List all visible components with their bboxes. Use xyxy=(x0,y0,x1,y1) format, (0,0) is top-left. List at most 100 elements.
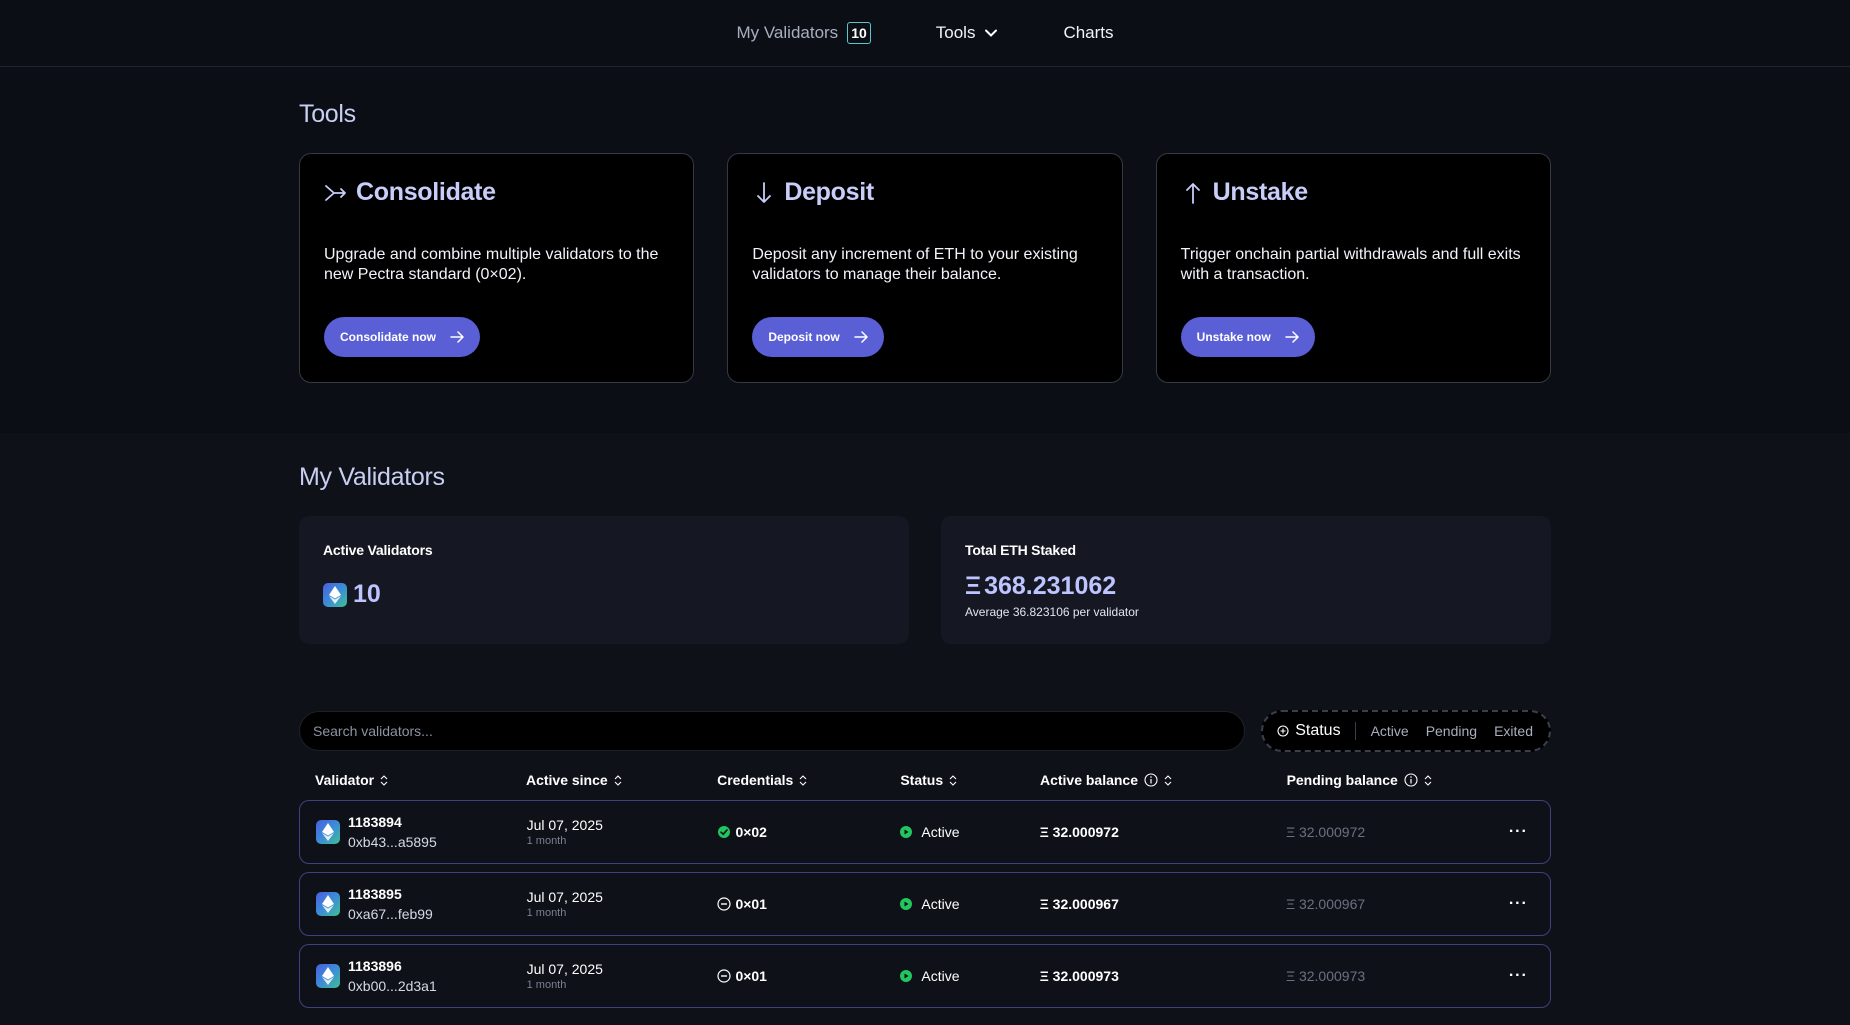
unstake-description: Trigger onchain partial withdrawals and … xyxy=(1180,246,1521,283)
stat-cards: Active Validators 10 Total ETH Staked Ξ … xyxy=(299,516,1551,644)
table-row[interactable]: 1183896 0xb00...2d3a1 Jul 07, 2025 1 mon… xyxy=(299,944,1551,1008)
validators-section: My Validators Active Validators 10 Total… xyxy=(0,433,1850,1008)
sort-icon xyxy=(949,774,957,786)
average-per-validator: Average 36.823106 per validator xyxy=(965,605,1139,619)
active-balance-value: Ξ 32.000973 xyxy=(1039,968,1119,984)
table-row[interactable]: 1183894 0xb43...a5895 Jul 07, 2025 1 mon… xyxy=(299,800,1551,864)
total-eth-staked-value: 368.231062 xyxy=(984,572,1117,600)
eth-symbol-icon: Ξ xyxy=(965,572,982,600)
active-since-date: Jul 07, 2025 xyxy=(526,961,603,977)
status-value: Active xyxy=(921,824,960,840)
validator-address: 0xa67...feb99 xyxy=(348,906,433,922)
status-filter-button[interactable]: Status xyxy=(1277,722,1356,740)
consolidate-card: Consolidate Upgrade and combine multiple… xyxy=(299,153,695,383)
column-header-status[interactable]: Status xyxy=(900,772,1040,788)
active-since-date: Jul 07, 2025 xyxy=(526,889,603,905)
credentials-value: 0×02 xyxy=(735,824,767,840)
sort-icon xyxy=(799,774,807,786)
plus-circle-icon xyxy=(1277,725,1289,737)
validator-index[interactable]: 1183896 xyxy=(348,958,437,974)
pending-balance-value: Ξ 32.000973 xyxy=(1285,968,1366,984)
arrow-down-icon xyxy=(757,181,772,203)
nav-tools[interactable]: Tools xyxy=(936,23,999,43)
deposit-now-label: Deposit now xyxy=(768,330,840,344)
active-balance-value: Ξ 32.000972 xyxy=(1039,824,1119,840)
credentials-value: 0×01 xyxy=(735,968,767,984)
minus-circle-icon xyxy=(717,969,732,983)
total-eth-staked-card: Total ETH Staked Ξ 368.231062 Average 36… xyxy=(941,516,1551,644)
unstake-title: Unstake xyxy=(1212,178,1308,206)
nav-my-validators-label: My Validators xyxy=(736,23,839,42)
table-controls: Status Active Pending Exited xyxy=(299,710,1551,752)
total-eth-staked-label: Total ETH Staked xyxy=(965,542,1076,558)
arrow-right-icon xyxy=(1284,331,1299,343)
status-active-icon xyxy=(900,898,913,910)
sort-icon xyxy=(1424,774,1432,786)
row-menu-icon[interactable]: ··· xyxy=(1509,823,1528,841)
active-since-date: Jul 07, 2025 xyxy=(526,817,603,833)
filter-pending[interactable]: Pending xyxy=(1409,723,1477,739)
pending-balance-value: Ξ 32.000972 xyxy=(1285,824,1366,840)
column-header-pending-balance[interactable]: Pending balance xyxy=(1287,772,1488,788)
nav-my-validators[interactable]: My Validators 10 xyxy=(736,22,871,44)
active-since-relative: 1 month xyxy=(526,835,567,847)
column-header-credentials[interactable]: Credentials xyxy=(717,772,900,788)
status-active-icon xyxy=(900,970,913,982)
nav-charts[interactable]: Charts xyxy=(1063,23,1113,43)
ethereum-logo-icon xyxy=(323,582,347,607)
row-menu-icon[interactable]: ··· xyxy=(1509,895,1528,913)
nav-charts-label: Charts xyxy=(1063,23,1114,42)
ethereum-logo-icon xyxy=(316,964,340,988)
unstake-card: Unstake Trigger onchain partial withdraw… xyxy=(1155,153,1551,383)
column-header-active-balance[interactable]: Active balance xyxy=(1040,772,1287,788)
consolidate-title: Consolidate xyxy=(356,178,496,206)
minus-circle-icon xyxy=(717,897,732,911)
column-header-active-since[interactable]: Active since xyxy=(526,772,717,788)
sort-icon xyxy=(614,774,622,786)
nav-tools-label: Tools xyxy=(935,23,976,42)
deposit-card: Deposit Deposit any increment of ETH to … xyxy=(727,153,1123,383)
table-row[interactable]: 1183895 0xa67...feb99 Jul 07, 2025 1 mon… xyxy=(299,872,1551,936)
active-validators-label: Active Validators xyxy=(323,542,433,558)
status-value: Active xyxy=(921,968,960,984)
validator-index[interactable]: 1183894 xyxy=(348,814,437,830)
column-header-validator[interactable]: Validator xyxy=(299,772,526,788)
consolidate-now-button[interactable]: Consolidate now xyxy=(324,317,480,357)
active-validators-value: 10 xyxy=(353,580,381,608)
info-icon[interactable] xyxy=(1144,773,1158,787)
status-filter: Status Active Pending Exited xyxy=(1261,710,1551,752)
unstake-now-button[interactable]: Unstake now xyxy=(1180,317,1315,357)
sort-icon xyxy=(1164,774,1172,786)
filter-active[interactable]: Active xyxy=(1356,723,1409,739)
chevron-down-icon xyxy=(985,29,998,37)
top-nav: My Validators 10 Tools Charts xyxy=(0,0,1850,67)
deposit-now-button[interactable]: Deposit now xyxy=(752,317,884,357)
row-menu-icon[interactable]: ··· xyxy=(1509,967,1528,985)
ethereum-logo-icon xyxy=(316,892,340,916)
search-input[interactable] xyxy=(299,711,1246,751)
consolidate-now-label: Consolidate now xyxy=(340,330,436,344)
validator-index[interactable]: 1183895 xyxy=(348,886,433,902)
arrow-right-icon xyxy=(450,331,464,343)
status-active-icon xyxy=(900,826,913,838)
validator-count-badge: 10 xyxy=(847,22,871,44)
merge-arrows-icon xyxy=(325,184,346,201)
pending-balance-value: Ξ 32.000967 xyxy=(1285,896,1366,912)
filter-exited[interactable]: Exited xyxy=(1477,723,1533,739)
credentials-value: 0×01 xyxy=(735,896,767,912)
tool-cards: Consolidate Upgrade and combine multiple… xyxy=(299,153,1551,383)
validators-title: My Validators xyxy=(299,463,445,491)
status-filter-label: Status xyxy=(1295,722,1341,739)
deposit-description: Deposit any increment of ETH to your exi… xyxy=(752,246,1078,283)
arrow-up-icon xyxy=(1185,182,1200,204)
arrow-right-icon xyxy=(853,331,868,343)
validator-address: 0xb43...a5895 xyxy=(348,834,437,850)
info-icon[interactable] xyxy=(1404,773,1418,787)
tools-title: Tools xyxy=(299,100,356,128)
ethereum-logo-icon xyxy=(316,820,340,844)
deposit-title: Deposit xyxy=(784,178,874,206)
table-header: Validator Active since Credentials Statu… xyxy=(299,760,1551,800)
active-since-relative: 1 month xyxy=(526,979,567,991)
consolidate-description: Upgrade and combine multiple validators … xyxy=(324,246,659,283)
active-balance-value: Ξ 32.000967 xyxy=(1039,896,1119,912)
